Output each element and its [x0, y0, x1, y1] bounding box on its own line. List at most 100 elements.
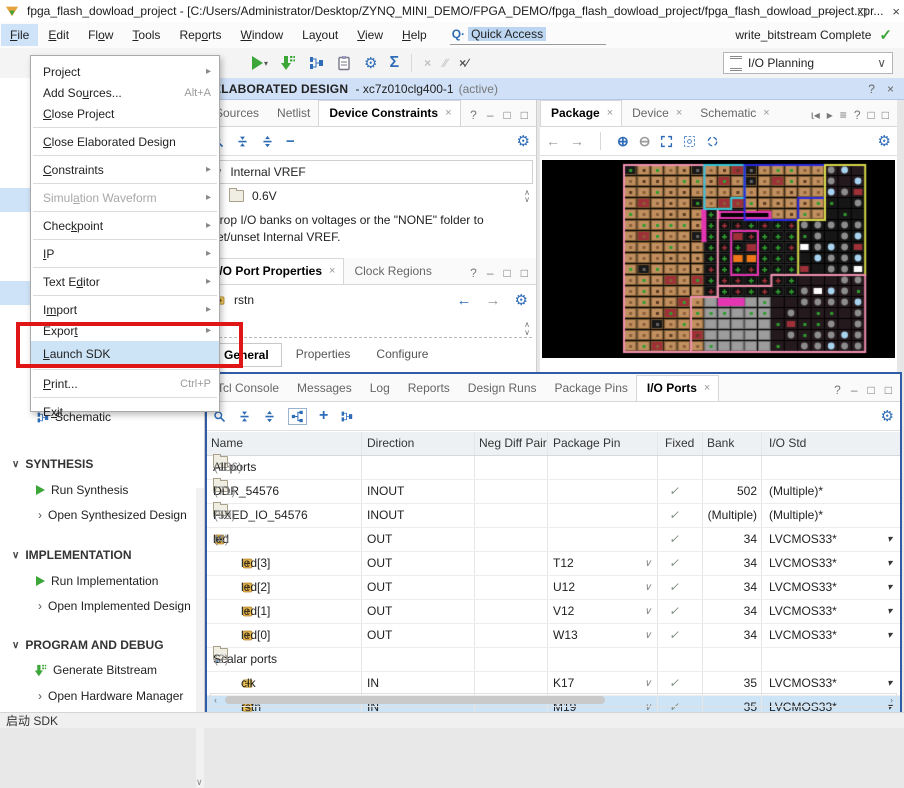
dropdown-icon[interactable]: ▾	[887, 600, 892, 623]
menu-tools[interactable]: Tools	[123, 24, 169, 46]
scroll-right-icon[interactable]: ›	[887, 695, 896, 705]
float-icon[interactable]: □	[521, 266, 528, 280]
schematic-icon[interactable]	[340, 410, 353, 423]
menu-reports[interactable]: Reports	[170, 24, 230, 46]
run-button[interactable]: ▾	[252, 56, 268, 70]
menu-layout[interactable]: Layout	[293, 24, 347, 46]
next-tab-icon[interactable]: ▸	[827, 108, 833, 122]
settings-gear-icon[interactable]: ⚙	[364, 54, 377, 72]
menu-help[interactable]: Help	[393, 24, 436, 46]
maximize-icon[interactable]: □	[868, 383, 875, 397]
close-icon[interactable]: ×	[704, 382, 710, 394]
quick-access-input[interactable]: Q· Quick Access	[450, 25, 606, 45]
menu-window[interactable]: Window	[231, 24, 292, 46]
expand-all-icon[interactable]	[263, 410, 276, 423]
table-row-led0[interactable]: led[0] OUT W13∨ ✓ 34 LVCMOS33* ▾	[207, 624, 900, 648]
help-icon[interactable]: ?	[854, 108, 861, 122]
settings-gear-icon[interactable]: ⚙	[878, 132, 891, 150]
autofit-icon[interactable]	[706, 135, 719, 148]
close-icon[interactable]: ×	[445, 107, 451, 119]
tab-device-constraints[interactable]: Device Constraints×	[318, 100, 460, 126]
add-icon[interactable]: +	[319, 407, 328, 425]
vref-voltage-node[interactable]: 0.6V ∧∨	[205, 184, 536, 208]
file-menu-print[interactable]: Print...Ctrl+P	[31, 373, 219, 394]
zoom-in-icon[interactable]: ⊕	[617, 133, 629, 150]
help-icon[interactable]: ?	[470, 266, 477, 280]
float-icon[interactable]: □	[885, 383, 892, 397]
cancel-run-icon[interactable]: ×∕	[459, 56, 468, 70]
back-arrow-icon[interactable]: ←	[457, 292, 472, 309]
scrollbar-thumb[interactable]	[225, 696, 605, 704]
tab-package[interactable]: Package×	[540, 100, 622, 126]
tab-messages[interactable]: Messages	[287, 376, 360, 401]
close-icon[interactable]: ×	[607, 107, 613, 119]
file-menu-close-project[interactable]: Close Project	[31, 103, 219, 124]
table-row-led2[interactable]: led[2] OUT U12∨ ✓ 34 LVCMOS33* ▾	[207, 576, 900, 600]
sigma-icon[interactable]: Σ	[389, 54, 399, 72]
report-checklist-icon[interactable]	[336, 55, 352, 71]
tab-properties[interactable]: Properties	[284, 343, 363, 367]
spinner-icon[interactable]: ∧∨	[524, 189, 530, 203]
scroll-down-icon[interactable]: ∨	[196, 777, 203, 788]
file-menu-add-sources[interactable]: Add Sources...Alt+A	[31, 82, 219, 103]
remove-icon[interactable]: −	[286, 133, 295, 150]
dropdown-icon[interactable]: ▾	[887, 552, 892, 575]
help-icon[interactable]: ?	[834, 383, 841, 397]
pin-dropdown-icon[interactable]: ∨	[644, 624, 651, 647]
zoom-selection-icon[interactable]	[683, 135, 696, 148]
minimize-button[interactable]: –	[825, 4, 832, 19]
internal-vref-node[interactable]: ∨ Internal VREF	[208, 160, 533, 184]
file-menu-text-editor[interactable]: Text Editor▸	[31, 271, 219, 292]
help-icon[interactable]: ?	[868, 82, 875, 96]
package-view[interactable]	[542, 160, 895, 358]
help-icon[interactable]: ?	[470, 108, 477, 122]
layout-selector[interactable]: I/O Planning ∨	[723, 52, 893, 74]
settings-gear-icon[interactable]: ⚙	[515, 291, 528, 309]
flownav-scrollbar[interactable]: ∨	[196, 488, 204, 788]
tab-io-ports[interactable]: I/O Ports×	[636, 375, 719, 401]
dropdown-icon[interactable]: ▾	[887, 528, 892, 551]
package-map-canvas[interactable]	[542, 160, 895, 358]
table-row-led-bus[interactable]: ∨ led(4) OUT ✓ 34 LVCMOS33* ▾	[207, 528, 900, 552]
file-menu-constraints[interactable]: Constraints▸	[31, 159, 219, 180]
file-menu-checkpoint[interactable]: Checkpoint▸	[31, 215, 219, 236]
menu-view[interactable]: View	[348, 24, 392, 46]
zoom-fit-icon[interactable]	[660, 135, 673, 148]
tab-package-pins[interactable]: Package Pins	[545, 376, 636, 401]
minimize-icon[interactable]: –	[851, 383, 858, 397]
table-row-scalar-ports[interactable]: ∨ Scalar ports(2)	[207, 648, 900, 672]
collapse-all-icon[interactable]	[236, 135, 249, 148]
float-icon[interactable]: □	[521, 108, 528, 122]
spinner-icon[interactable]: ∧∨	[524, 321, 530, 337]
collapse-all-icon[interactable]	[238, 410, 251, 423]
tab-device[interactable]: Device×	[622, 101, 690, 126]
file-menu-ip[interactable]: IP▸	[31, 243, 219, 264]
minimize-icon[interactable]: –	[487, 108, 494, 122]
file-menu-project[interactable]: Project▸	[31, 61, 219, 82]
expand-all-icon[interactable]	[261, 135, 274, 148]
close-icon[interactable]: ×	[676, 107, 682, 119]
tab-design-runs[interactable]: Design Runs	[458, 376, 545, 401]
maximize-icon[interactable]: □	[868, 108, 875, 122]
generate-bitstream-icon[interactable]	[280, 55, 296, 71]
tab-reports[interactable]: Reports	[398, 376, 458, 401]
file-menu-import[interactable]: Import▸	[31, 299, 219, 320]
menu-edit[interactable]: Edit	[39, 24, 78, 46]
file-menu-exit[interactable]: Exit	[31, 401, 219, 422]
table-row-fixed-io[interactable]: › FIXED_IO_54576(59) INOUT ✓ (Multiple) …	[207, 504, 900, 528]
tab-schematic[interactable]: Schematic×	[690, 101, 777, 126]
banner-close-icon[interactable]: ×	[887, 82, 894, 96]
group-by-icon[interactable]	[288, 408, 307, 425]
table-row-ddr[interactable]: › DDR_54576(71) INOUT ✓ 502 (Multiple)*	[207, 480, 900, 504]
menu-file[interactable]: File	[1, 24, 38, 46]
tab-configure[interactable]: Configure	[364, 343, 440, 367]
dropdown-icon[interactable]: ▾	[887, 576, 892, 599]
flownav-section-synthesis[interactable]: ∨SYNTHESIS	[12, 457, 207, 471]
close-icon[interactable]: ×	[763, 107, 769, 119]
tab-netlist[interactable]: Netlist	[267, 101, 318, 126]
schematic-icon[interactable]	[308, 55, 324, 71]
pin-dropdown-icon[interactable]: ∨	[644, 552, 651, 575]
close-button[interactable]: ×	[892, 4, 900, 19]
tab-io-port-properties[interactable]: I/O Port Properties×	[205, 258, 344, 284]
pin-dropdown-icon[interactable]: ∨	[644, 672, 651, 695]
